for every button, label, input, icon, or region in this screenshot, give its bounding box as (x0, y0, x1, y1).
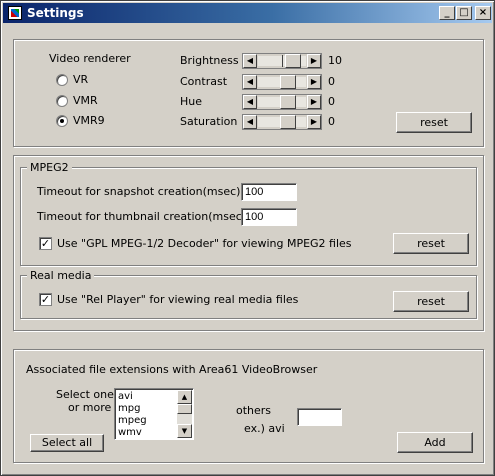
radio-vmr[interactable] (56, 95, 68, 107)
settings-window: Settings _ □ × Video renderer VR VMR VMR… (0, 0, 495, 476)
associations-group: Associated file extensions with Area61 V… (13, 349, 484, 463)
video-reset-button[interactable]: reset (396, 112, 472, 133)
radio-vmr9-label: VMR9 (73, 114, 105, 127)
window-title: Settings (27, 6, 84, 20)
right-arrow-icon[interactable]: ▶ (307, 75, 321, 89)
brightness-label: Brightness (180, 54, 239, 67)
radio-vmr-label: VMR (73, 94, 98, 107)
contrast-value: 0 (328, 75, 335, 88)
minimize-button[interactable]: _ (439, 6, 455, 20)
radio-vr-label: VR (73, 73, 89, 86)
extensions-listbox[interactable]: avi mpg mpeg wmv ▲ ▼ (114, 388, 194, 440)
hue-slider[interactable]: ◀ ▶ (242, 94, 322, 110)
thumbnail-timeout-label: Timeout for thumbnail creation(msec) (37, 210, 247, 223)
example-label: ex.) avi (244, 422, 285, 435)
realmedia-title: Real media (27, 269, 95, 282)
radio-vr[interactable] (56, 74, 68, 86)
left-arrow-icon[interactable]: ◀ (243, 115, 257, 129)
or-more-label: or more (68, 401, 112, 414)
right-arrow-icon[interactable]: ▶ (307, 95, 321, 109)
list-item[interactable]: avi (118, 391, 133, 403)
realplayer-checkbox[interactable]: ✓ (39, 293, 52, 306)
contrast-label: Contrast (180, 75, 228, 88)
saturation-slider[interactable]: ◀ ▶ (242, 114, 322, 130)
contrast-slider[interactable]: ◀ ▶ (242, 74, 322, 90)
left-arrow-icon[interactable]: ◀ (243, 95, 257, 109)
select-one-label: Select one (56, 388, 114, 401)
realmedia-group: Real media ✓ Use "Rel Player" for viewin… (20, 269, 477, 319)
snapshot-timeout-input[interactable] (241, 183, 297, 201)
title-bar: Settings _ □ × (3, 3, 492, 23)
realplayer-label: Use "Rel Player" for viewing real media … (57, 293, 299, 306)
video-renderer-label: Video renderer (49, 52, 131, 65)
mpeg2-title: MPEG2 (27, 161, 72, 174)
others-input[interactable] (297, 408, 342, 426)
list-item[interactable]: mpg (118, 403, 140, 415)
right-arrow-icon[interactable]: ▶ (307, 54, 321, 68)
saturation-label: Saturation (180, 115, 238, 128)
codec-group: MPEG2 Timeout for snapshot creation(msec… (13, 155, 484, 331)
add-button[interactable]: Add (397, 432, 473, 453)
snapshot-timeout-label: Timeout for snapshot creation(msec) (37, 185, 241, 198)
hue-label: Hue (180, 95, 203, 108)
maximize-button[interactable]: □ (456, 6, 472, 20)
hue-thumb[interactable] (280, 95, 296, 109)
mpeg2-decoder-label: Use "GPL MPEG-1/2 Decoder" for viewing M… (57, 237, 352, 250)
others-label: others (236, 404, 272, 417)
scroll-down-icon[interactable]: ▼ (177, 424, 192, 438)
brightness-value: 10 (328, 54, 342, 67)
video-group: Video renderer VR VMR VMR9 Brightness ◀ … (13, 39, 484, 147)
saturation-thumb[interactable] (280, 115, 296, 129)
list-item[interactable]: wmv (118, 427, 142, 439)
right-arrow-icon[interactable]: ▶ (307, 115, 321, 129)
hue-value: 0 (328, 95, 335, 108)
left-arrow-icon[interactable]: ◀ (243, 75, 257, 89)
saturation-value: 0 (328, 115, 335, 128)
contrast-thumb[interactable] (280, 75, 296, 89)
brightness-thumb[interactable] (285, 54, 301, 68)
left-arrow-icon[interactable]: ◀ (243, 54, 257, 68)
list-item[interactable]: mpeg (118, 415, 147, 427)
thumbnail-timeout-input[interactable] (241, 208, 297, 226)
close-button[interactable]: × (475, 6, 491, 20)
app-icon (8, 6, 22, 20)
mpeg2-decoder-checkbox[interactable]: ✓ (39, 237, 52, 250)
associations-title: Associated file extensions with Area61 V… (26, 363, 318, 376)
mpeg2-reset-button[interactable]: reset (393, 233, 469, 254)
mpeg2-group: MPEG2 Timeout for snapshot creation(msec… (20, 161, 477, 266)
scroll-up-icon[interactable]: ▲ (177, 390, 192, 404)
listbox-scrollbar[interactable]: ▲ ▼ (177, 390, 192, 438)
radio-vmr9[interactable] (56, 115, 68, 127)
brightness-slider[interactable]: ◀ ▶ (242, 53, 322, 69)
scroll-thumb[interactable] (177, 404, 192, 414)
realmedia-reset-button[interactable]: reset (393, 291, 469, 312)
select-all-button[interactable]: Select all (30, 434, 104, 452)
